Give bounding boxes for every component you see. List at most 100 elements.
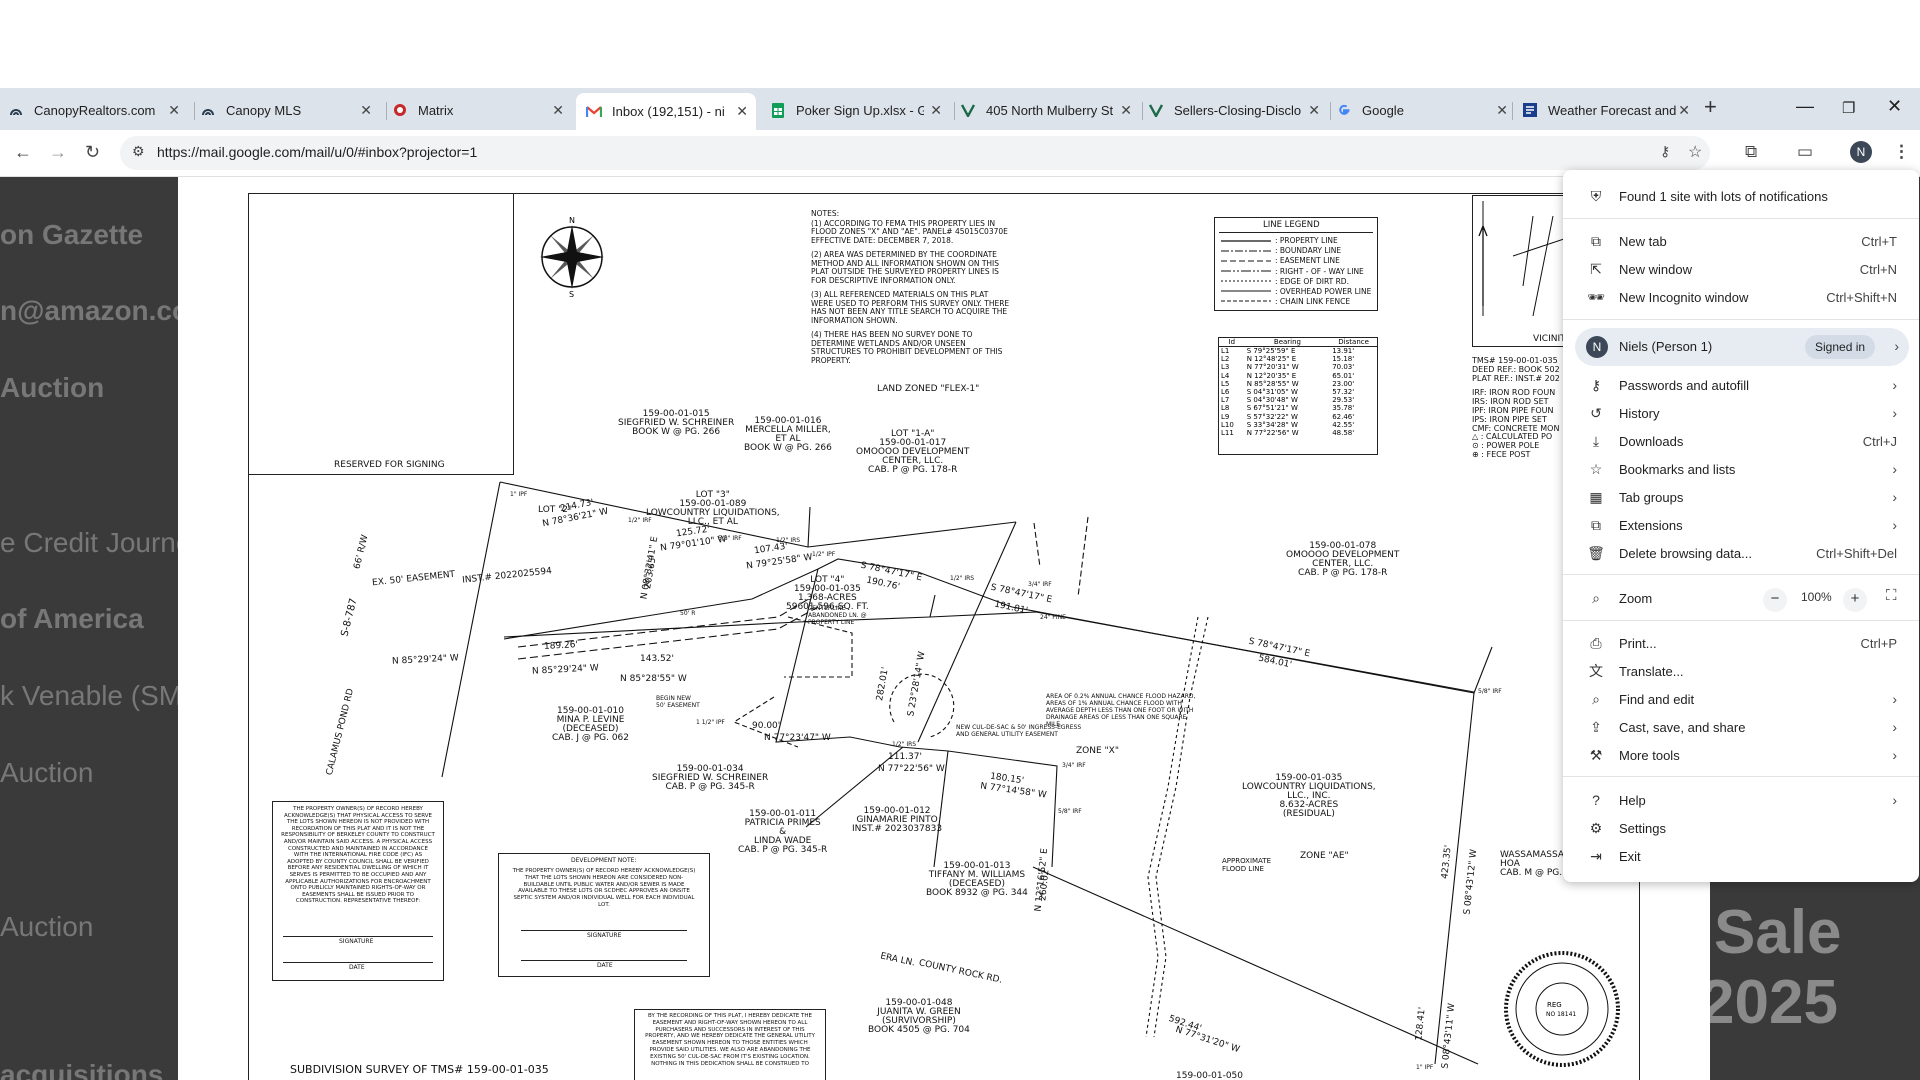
puzzle-icon: ⧉ [1591, 516, 1601, 533]
exit-item[interactable]: ⇥ Exit [1563, 843, 1919, 869]
delete-data-item[interactable]: 🗑 Delete browsing data... Ctrl+Shift+Del [1563, 540, 1919, 566]
close-tab-icon[interactable]: ✕ [1678, 102, 1690, 119]
marker-label: 3/4" IRF [1062, 762, 1086, 769]
minimize-icon[interactable]: — [1796, 96, 1814, 117]
background-item: of America [0, 603, 144, 634]
passwords-item[interactable]: ⚷ Passwords and autofill › [1563, 372, 1919, 398]
help-item[interactable]: ? Help › [1563, 787, 1919, 813]
tab-matrix[interactable]: Matrix ✕ [392, 95, 572, 125]
star-icon: ☆ [1589, 460, 1603, 477]
new-incognito-item[interactable]: 🕶 New Incognito window Ctrl+Shift+N [1563, 284, 1919, 310]
back-icon[interactable]: ← [14, 142, 32, 163]
close-tab-icon[interactable]: ✕ [1120, 102, 1132, 119]
tab-title: 405 North Mulberry St [986, 102, 1114, 118]
fullscreen-icon[interactable]: ⛶ [1886, 587, 1897, 604]
canopy-icon [8, 102, 24, 118]
background-item: acquisitions [0, 1059, 164, 1080]
notification-item[interactable]: ⛨ Found 1 site with lots of notification… [1563, 183, 1919, 209]
extensions-icon[interactable]: ⧉ [1745, 142, 1757, 162]
close-tab-icon[interactable]: ✕ [1308, 102, 1320, 119]
close-tab-icon[interactable]: ✕ [552, 102, 564, 119]
menu-item-label: Downloads [1619, 433, 1684, 449]
close-tab-icon[interactable]: ✕ [1496, 102, 1508, 119]
tab-google[interactable]: Google ✕ [1336, 95, 1516, 125]
close-window-icon[interactable]: ✕ [1887, 96, 1902, 117]
print-item[interactable]: ⎙ Print... Ctrl+P [1563, 630, 1919, 656]
find-edit-item[interactable]: ⌕ Find and edit › [1563, 686, 1919, 712]
zoom-out-button[interactable]: − [1763, 588, 1787, 612]
tab-poker-sign-up[interactable]: Poker Sign Up.xlsx - Goo ✕ [770, 95, 950, 125]
close-tab-icon[interactable]: ✕ [360, 102, 372, 119]
flood-hazard-label: AREA OF 0.2% ANNUAL CHANCE FLOOD HAZARD,… [1046, 693, 1196, 728]
parcel-text: CAB. P @ PG. 178-R [868, 465, 958, 475]
key-icon[interactable]: ⚷ [1660, 143, 1670, 160]
settings-item[interactable]: ⚙ Settings [1563, 815, 1919, 841]
reload-icon[interactable]: ↻ [85, 142, 100, 163]
menu-item-label: Passwords and autofill [1619, 377, 1750, 393]
menu-item-label: Tab groups [1619, 489, 1684, 505]
gmail-icon [586, 104, 602, 120]
tab-sellers-closing[interactable]: Sellers-Closing-Disclo ✕ [1148, 95, 1328, 125]
tab-canopy-mls[interactable]: Canopy MLS ✕ [200, 95, 380, 125]
tab-groups-item[interactable]: ▦ Tab groups › [1563, 484, 1919, 510]
tab-405-north-mulberry[interactable]: 405 North Mulberry St ✕ [960, 95, 1140, 125]
bookmark-star-icon[interactable]: ☆ [1688, 142, 1702, 162]
marker-label: 5/8" IRF [718, 535, 742, 542]
close-tab-icon[interactable]: ✕ [930, 102, 942, 119]
address-bar[interactable]: ⚙ https://mail.google.com/mail/u/0/#inbo… [120, 136, 1710, 170]
new-tab-icon: ⧉ [1591, 232, 1601, 249]
owner-note-box: THE PROPERTY OWNER(S) OF RECORD HEREBY A… [272, 801, 444, 981]
close-tab-icon[interactable]: ✕ [736, 103, 748, 120]
dedication-text: BY THE RECORDING OF THIS PLAT, I HEREBY … [645, 1013, 815, 1067]
new-window-item[interactable]: ⇱ New window Ctrl+N [1563, 256, 1919, 282]
tab-inbox[interactable]: Inbox (192,151) - niels ✕ [576, 93, 756, 130]
menu-shortcut: Ctrl+Shift+N [1826, 289, 1897, 305]
shield-icon: ⛨ [1590, 187, 1602, 204]
sidepanel-icon[interactable]: ▭ [1797, 142, 1813, 162]
menu-shortcut: Ctrl+Shift+Del [1816, 545, 1897, 561]
menu-item-label: New window [1619, 261, 1692, 277]
more-tools-item[interactable]: ⚒ More tools › [1563, 742, 1919, 768]
translate-item[interactable]: 文 Translate... [1563, 658, 1919, 684]
new-tab-item[interactable]: ⧉ New tab Ctrl+T [1563, 228, 1919, 254]
avatar[interactable]: N [1850, 141, 1872, 163]
bookmarks-item[interactable]: ☆ Bookmarks and lists › [1563, 456, 1919, 482]
tab-canopy-realtors[interactable]: CanopyRealtors.com ✕ [8, 95, 188, 125]
zone-ae-label: ZONE "AE" [1300, 851, 1349, 861]
restore-icon[interactable]: ❐ [1842, 99, 1855, 117]
toolbox-icon: ⚒ [1589, 746, 1603, 763]
bearing-label: 189.26' [543, 640, 579, 652]
forward-icon[interactable]: → [49, 142, 67, 163]
owner-note-text: THE PROPERTY OWNER(S) OF RECORD HEREBY A… [281, 806, 435, 905]
background-item: 2025 [1700, 968, 1838, 1037]
document-viewer[interactable]: RESERVED FOR SIGNING N S NOTES: (1) ACCO… [178, 177, 1710, 1080]
parcel-text: CAB. J @ PG. 062 [552, 733, 630, 743]
parcel-text: BOOK 8932 @ PG. 344 [926, 888, 1028, 898]
parcel-013: 159-00-01-013 TIFFANY M. WILLIAMS (DECEASE… [926, 862, 1028, 898]
url-text[interactable]: https://mail.google.com/mail/u/0/#inbox?… [157, 144, 477, 160]
downloads-item[interactable]: ⤓ Downloads Ctrl+J [1563, 428, 1919, 454]
menu-shortcut: Ctrl+J [1862, 433, 1897, 449]
new-tab-button[interactable]: + [1704, 94, 1717, 120]
cast-save-share-item[interactable]: ⇪ Cast, save, and share › [1563, 714, 1919, 740]
site-info-icon[interactable]: ⚙ [132, 143, 145, 160]
zoom-in-button[interactable]: + [1843, 588, 1867, 612]
background-item: on Gazette [0, 219, 144, 250]
kebab-menu-icon[interactable]: ⋮ [1893, 142, 1910, 162]
close-tab-icon[interactable]: ✕ [168, 102, 180, 119]
browser-menu: ⛨ Found 1 site with lots of notification… [1563, 170, 1919, 882]
background-item: Auction [0, 757, 94, 788]
profile-item[interactable]: N Niels (Person 1) Signed in › [1575, 328, 1909, 366]
status-badge: Signed in [1805, 335, 1876, 359]
tab-weather[interactable]: Weather Forecast and C ✕ [1522, 95, 1698, 125]
history-item[interactable]: ↺ History › [1563, 400, 1919, 426]
new-easement-label: BEGIN NEW 50' EASEMENT [656, 695, 700, 709]
extensions-item[interactable]: ⧉ Extensions › [1563, 512, 1919, 538]
marker-label: 5/8" IRF [1478, 688, 1502, 695]
menu-item-label: Find and edit [1619, 691, 1695, 707]
menu-item-label: Print... [1619, 635, 1657, 651]
parcel-text: CAB. P @ PG. 178-R [1298, 568, 1388, 578]
chevron-right-icon: › [1892, 719, 1897, 735]
menu-shortcut: Ctrl+P [1860, 635, 1897, 651]
tab-title: CanopyRealtors.com [34, 102, 156, 118]
